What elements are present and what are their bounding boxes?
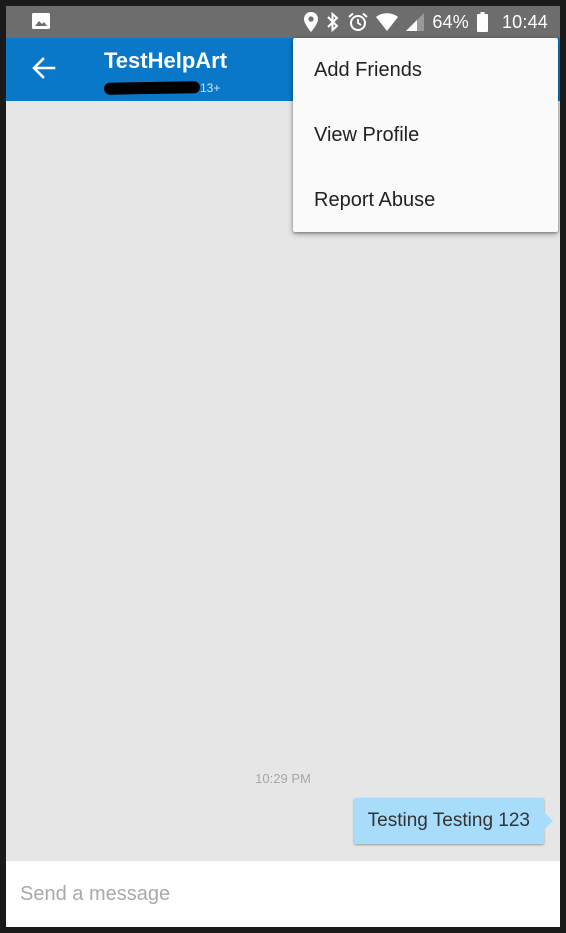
wifi-icon bbox=[376, 13, 399, 31]
redacted-username bbox=[103, 81, 201, 95]
battery-percent: 64% bbox=[432, 11, 469, 32]
conversation-title[interactable]: TestHelpArt bbox=[104, 48, 227, 74]
alarm-icon bbox=[348, 12, 368, 32]
message-timestamp: 10:29 PM bbox=[255, 771, 311, 786]
message-composer bbox=[6, 861, 560, 927]
back-button[interactable] bbox=[26, 52, 62, 88]
age-badge: 13+ bbox=[200, 81, 221, 95]
menu-item-view-profile[interactable]: View Profile bbox=[293, 103, 558, 168]
overflow-menu: Add Friends View Profile Report Abuse bbox=[293, 38, 558, 232]
location-icon bbox=[304, 12, 319, 32]
status-icons: 64% 10:44 bbox=[304, 6, 548, 38]
message-input[interactable] bbox=[20, 875, 540, 913]
app-frame: 64% 10:44 TestHelpArt 13+ 10:29 PM Testi bbox=[6, 6, 560, 927]
signal-icon bbox=[406, 13, 425, 31]
status-bar: 64% 10:44 bbox=[6, 6, 560, 38]
arrow-left-icon bbox=[32, 56, 56, 84]
menu-item-report-abuse[interactable]: Report Abuse bbox=[293, 168, 558, 233]
status-time: 10:44 bbox=[501, 11, 548, 32]
image-icon bbox=[32, 13, 50, 29]
battery-icon bbox=[476, 12, 488, 32]
conversation-subtitle: 13+ bbox=[103, 80, 221, 96]
message-bubble-sent[interactable]: Testing Testing 123 bbox=[353, 798, 554, 844]
menu-item-add-friends[interactable]: Add Friends bbox=[293, 38, 558, 103]
bluetooth-icon bbox=[326, 12, 340, 32]
